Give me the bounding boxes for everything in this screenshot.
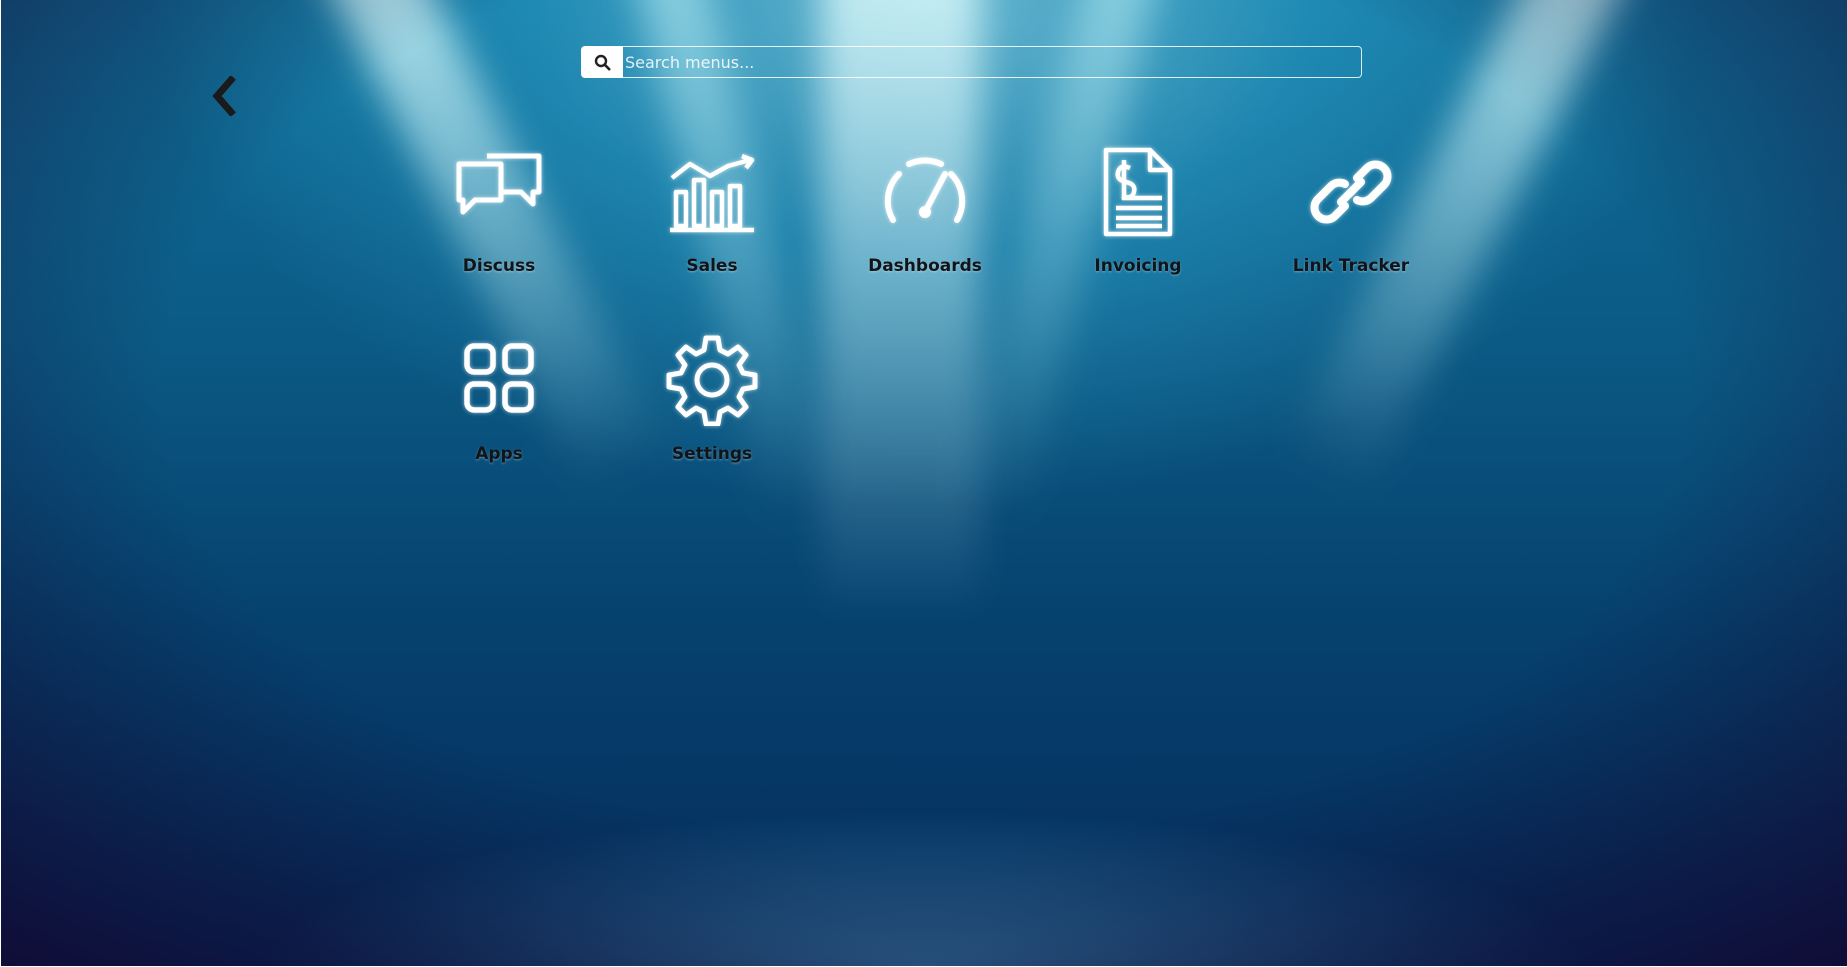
gear-icon — [666, 335, 758, 426]
app-invoicing[interactable]: Invoicing — [1038, 146, 1238, 276]
background-vignette — [1, 0, 1847, 966]
spotlight-beam — [821, 0, 981, 620]
chevron-left-icon — [212, 75, 236, 117]
app-label: Settings — [671, 444, 753, 464]
app-label: Sales — [686, 256, 738, 276]
app-apps[interactable]: Apps — [399, 334, 599, 464]
chat-bubbles-icon — [456, 153, 542, 215]
speedometer-icon — [884, 157, 966, 223]
bar-chart-trend-icon — [670, 153, 755, 233]
search-button[interactable] — [581, 46, 623, 78]
app-label: Link Tracker — [1292, 256, 1410, 276]
home-menu-background: Discuss Sales Dash — [1, 0, 1847, 966]
invoice-document-icon — [1103, 147, 1173, 237]
back-button[interactable] — [209, 75, 239, 117]
app-link-tracker[interactable]: Link Tracker — [1251, 146, 1451, 276]
search-icon — [594, 54, 610, 70]
app-discuss[interactable]: Discuss — [399, 146, 599, 276]
app-label: Dashboards — [868, 256, 982, 276]
grid-icon — [464, 343, 534, 413]
app-settings[interactable]: Settings — [612, 334, 812, 464]
app-label: Apps — [475, 444, 523, 464]
app-label: Discuss — [462, 256, 536, 276]
search-bar — [581, 46, 1362, 78]
app-dashboards[interactable]: Dashboards — [825, 146, 1025, 276]
app-sales[interactable]: Sales — [612, 146, 812, 276]
app-label: Invoicing — [1094, 256, 1182, 276]
search-input[interactable] — [623, 46, 1362, 78]
link-icon — [1310, 160, 1392, 224]
